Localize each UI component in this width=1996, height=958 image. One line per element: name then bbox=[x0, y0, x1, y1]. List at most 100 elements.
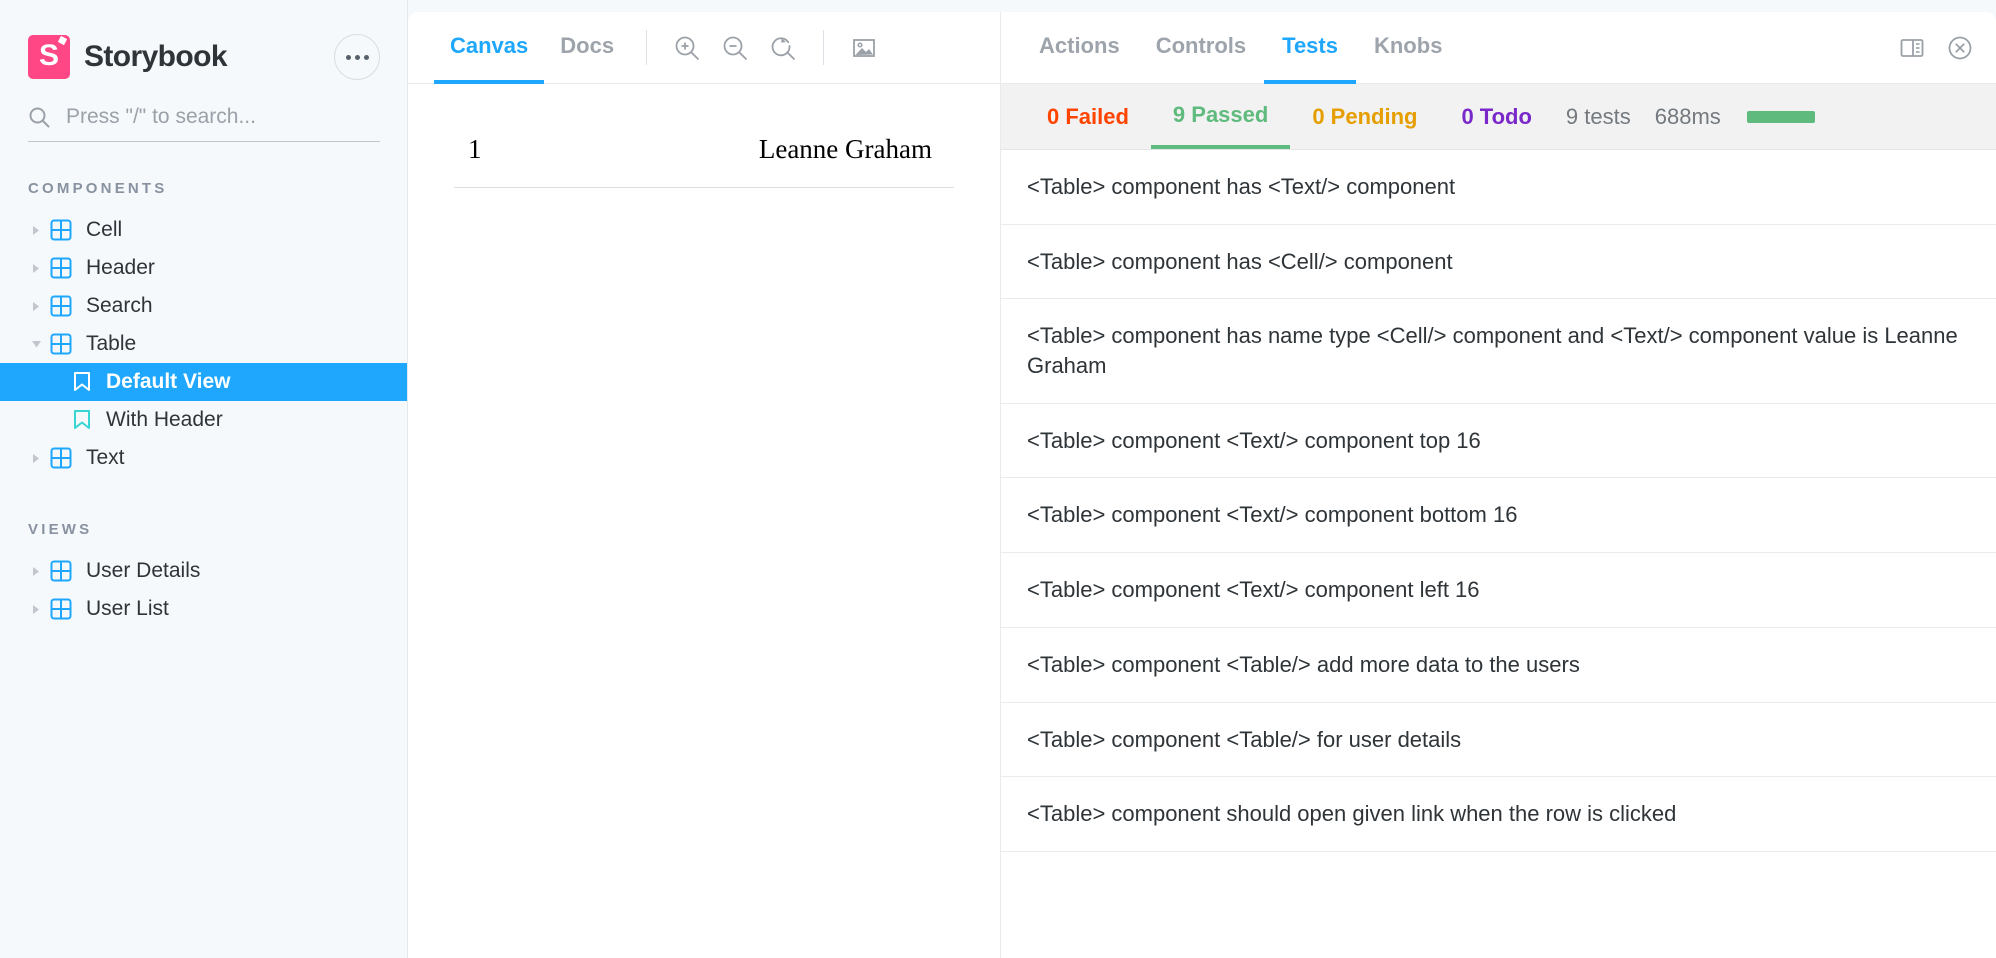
summary-failed[interactable]: 0 Failed bbox=[1025, 84, 1151, 149]
zoom-in-icon bbox=[675, 36, 699, 60]
chevron-right-icon bbox=[28, 263, 44, 274]
test-item[interactable]: <Table> component has <Text/> component bbox=[1001, 150, 1996, 225]
sidebar-item-header[interactable]: Header bbox=[0, 249, 408, 287]
dot-icon bbox=[363, 54, 369, 60]
chevron-right-icon bbox=[28, 453, 44, 464]
test-item[interactable]: <Table> component <Text/> component bott… bbox=[1001, 478, 1996, 554]
group-title-views: VIEWS bbox=[28, 521, 93, 538]
dot-icon bbox=[345, 54, 351, 60]
sidebar-item-label: Header bbox=[86, 256, 155, 279]
sidebar-item-label: Text bbox=[86, 446, 125, 469]
bookmark-icon bbox=[72, 371, 92, 393]
cell-name: Leanne Graham bbox=[502, 124, 954, 188]
storybook-logo-icon: S bbox=[28, 35, 70, 79]
close-icon bbox=[1948, 36, 1972, 59]
tab-actions[interactable]: Actions bbox=[1021, 12, 1138, 84]
summary-test-count: 9 tests bbox=[1565, 103, 1631, 129]
more-options-button[interactable] bbox=[334, 34, 380, 80]
preview-table: 1 Leanne Graham bbox=[454, 124, 954, 188]
zoom-in-button[interactable] bbox=[663, 12, 711, 83]
story-preview: 1 Leanne Graham bbox=[408, 84, 1000, 958]
test-item[interactable]: <Table> component <Text/> component left… bbox=[1001, 553, 1996, 628]
sidebar-item-label: With Header bbox=[106, 408, 223, 431]
test-item[interactable]: <Table> component has name type <Cell/> … bbox=[1001, 299, 1996, 404]
summary-todo[interactable]: 0 Todo bbox=[1439, 84, 1553, 149]
tests-summary-bar: 0 Failed 9 Passed 0 Pending 0 Todo 9 tes… bbox=[1001, 84, 1996, 150]
sidebar-item-label: Cell bbox=[86, 218, 123, 241]
sidebar-layout-icon bbox=[1900, 38, 1924, 57]
cell-id: 1 bbox=[454, 124, 502, 188]
tests-list: <Table> component has <Text/> component … bbox=[1001, 150, 1996, 958]
dot-icon bbox=[354, 54, 360, 60]
sidebar-item-user-details[interactable]: User Details bbox=[0, 552, 408, 590]
canvas-panel: Canvas Docs 1 Leanne Graham bbox=[408, 12, 1000, 958]
progress-bar bbox=[1746, 110, 1815, 123]
sidebar-item-text[interactable]: Text bbox=[0, 439, 408, 477]
search-container[interactable] bbox=[28, 92, 380, 142]
main-inner: Canvas Docs 1 Leanne Graham Actions Cont… bbox=[408, 12, 1996, 958]
test-item[interactable]: <Table> component <Table/> add more data… bbox=[1001, 627, 1996, 703]
sidebar-item-label: User Details bbox=[86, 559, 201, 582]
panel-action-buttons bbox=[1898, 12, 1996, 83]
zoom-out-button[interactable] bbox=[711, 12, 759, 83]
chevron-right-icon bbox=[28, 566, 44, 577]
sidebar: S Storybook COMPONENTS bbox=[0, 0, 408, 958]
zoom-reset-icon bbox=[771, 36, 795, 60]
sidebar-item-table[interactable]: Table bbox=[0, 325, 408, 363]
image-icon bbox=[853, 38, 875, 57]
brand-title: Storybook bbox=[84, 40, 228, 73]
component-icon bbox=[50, 598, 72, 620]
sidebar-item-search[interactable]: Search bbox=[0, 287, 408, 325]
chevron-right-icon bbox=[28, 301, 44, 312]
panel-position-button[interactable] bbox=[1898, 34, 1926, 62]
close-panel-button[interactable] bbox=[1946, 34, 1974, 62]
main-area: Canvas Docs 1 Leanne Graham Actions Cont… bbox=[408, 0, 1996, 958]
addon-panel-tabs: Actions Controls Tests Knobs bbox=[1001, 12, 1996, 84]
tab-tests[interactable]: Tests bbox=[1264, 12, 1356, 84]
search-icon bbox=[29, 107, 50, 127]
summary-passed[interactable]: 9 Passed bbox=[1150, 84, 1291, 149]
zoom-out-icon bbox=[723, 36, 747, 60]
tab-docs[interactable]: Docs bbox=[544, 12, 630, 84]
toolbar-separator bbox=[823, 30, 825, 65]
toolbar-separator bbox=[646, 30, 648, 65]
background-image-button[interactable] bbox=[840, 12, 888, 83]
test-item[interactable]: <Table> component <Text/> component top … bbox=[1001, 403, 1996, 479]
component-icon bbox=[50, 560, 72, 582]
sidebar-item-label: Table bbox=[86, 332, 137, 355]
tab-controls[interactable]: Controls bbox=[1138, 12, 1264, 84]
sidebar-item-label: User List bbox=[86, 597, 169, 620]
sidebar-item-label: Search bbox=[86, 294, 153, 317]
summary-pending[interactable]: 0 Pending bbox=[1290, 84, 1439, 149]
test-item[interactable]: <Table> component has <Cell/> component bbox=[1001, 224, 1996, 300]
sidebar-header: S Storybook bbox=[28, 0, 380, 92]
search-input[interactable] bbox=[66, 104, 380, 129]
component-icon bbox=[50, 257, 72, 279]
component-icon bbox=[50, 447, 72, 469]
addon-panel: Actions Controls Tests Knobs 0 Failed 9 … bbox=[1000, 12, 1996, 958]
group-title-components: COMPONENTS bbox=[28, 180, 168, 197]
chevron-right-icon bbox=[28, 225, 44, 236]
storybook-app: S Storybook COMPONENTS bbox=[0, 0, 1996, 958]
sidebar-item-label: Default View bbox=[106, 370, 231, 393]
canvas-toolbar: Canvas Docs bbox=[408, 12, 1000, 84]
component-icon bbox=[50, 219, 72, 241]
chevron-right-icon bbox=[28, 604, 44, 615]
tab-knobs[interactable]: Knobs bbox=[1356, 12, 1460, 84]
zoom-reset-button[interactable] bbox=[759, 12, 807, 83]
bookmark-icon bbox=[72, 409, 92, 431]
test-item[interactable]: <Table> component should open given link… bbox=[1001, 777, 1996, 852]
sidebar-item-default-view[interactable]: Default View bbox=[0, 363, 408, 401]
logo-letter: S bbox=[38, 39, 59, 72]
sidebar-item-cell[interactable]: Cell bbox=[0, 211, 408, 249]
sidebar-item-user-list[interactable]: User List bbox=[0, 590, 408, 628]
chevron-down-icon bbox=[28, 340, 44, 349]
table-row[interactable]: 1 Leanne Graham bbox=[454, 124, 954, 188]
component-icon bbox=[50, 295, 72, 317]
sidebar-divider bbox=[407, 0, 408, 958]
component-icon bbox=[50, 333, 72, 355]
test-item[interactable]: <Table> component <Table/> for user deta… bbox=[1001, 702, 1996, 778]
tab-canvas[interactable]: Canvas bbox=[434, 12, 545, 84]
summary-duration: 688ms bbox=[1654, 103, 1721, 129]
sidebar-item-with-header[interactable]: With Header bbox=[0, 401, 408, 439]
